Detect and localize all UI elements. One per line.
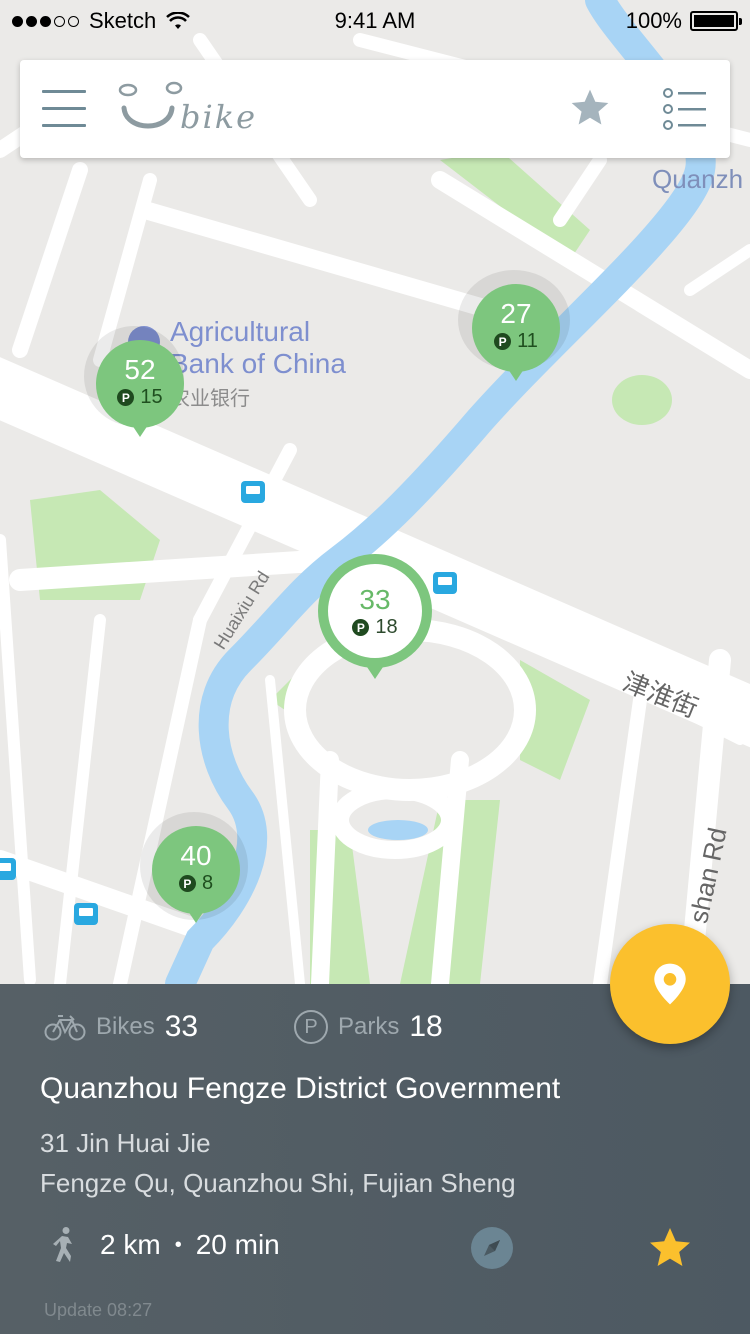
address-line-1: 31 Jin Huai Jie	[40, 1128, 211, 1158]
bikes-stat: Bikes 33	[44, 1010, 198, 1044]
parking-icon: P	[494, 333, 512, 350]
list-icon	[663, 88, 706, 130]
parks-count: 18	[409, 1010, 443, 1043]
bikes-count: 33	[164, 1010, 199, 1043]
top-app-bar: bike	[20, 60, 730, 158]
station-bikes-count: 27	[500, 298, 532, 329]
star-filled-icon	[650, 1228, 690, 1266]
station-marker-33-selected[interactable]: 33 P 18	[318, 554, 432, 679]
station-parks-count: 15	[140, 386, 163, 408]
walk-duration: 20 min	[195, 1229, 280, 1260]
logo-text: bike	[180, 98, 258, 136]
parking-icon: P	[117, 389, 135, 406]
favorites-button[interactable]	[568, 86, 612, 130]
address-line-2: Fengze Qu, Quanzhou Shi, Fujian Sheng	[40, 1168, 516, 1198]
battery-percentage: 100%	[625, 8, 682, 33]
my-location-button[interactable]	[610, 924, 730, 1044]
logo-mark-icon	[118, 81, 183, 129]
hamburger-icon	[42, 90, 86, 93]
separator-dot: •	[174, 1233, 182, 1256]
parks-label: Parks	[338, 1013, 400, 1040]
station-marker-40[interactable]: 40 P8	[140, 812, 250, 924]
bikes-label: Bikes	[96, 1013, 155, 1040]
status-bar: Sketch 9:41 AM 100%	[0, 0, 750, 40]
parking-circle-icon: P	[294, 1010, 328, 1044]
star-icon	[571, 89, 609, 125]
location-pin-icon	[654, 963, 686, 1005]
map-label-poi-line1: Agricultural	[170, 316, 311, 347]
battery-icon	[690, 11, 742, 31]
station-detail-panel: Bikes 33 P Parks 18 Quanzhou Fengze Dist…	[0, 984, 750, 1334]
navigate-button[interactable]	[470, 1226, 514, 1270]
ubike-logo: bike	[118, 80, 268, 140]
compass-icon	[471, 1227, 513, 1269]
bicycle-icon	[44, 1015, 86, 1041]
travel-info: 2 km • 20 min	[48, 1226, 280, 1264]
parks-stat: P Parks 18	[294, 1010, 443, 1044]
parking-icon: P	[178, 875, 196, 892]
distance: 2 km	[100, 1229, 161, 1260]
favorite-station-button[interactable]	[646, 1224, 694, 1272]
station-parks-count: 11	[517, 330, 538, 352]
station-parks-count: 18	[375, 616, 398, 638]
station-parks-count: 8	[201, 872, 214, 894]
station-bikes-count: 52	[124, 354, 156, 385]
parking-icon: P	[352, 619, 370, 636]
station-marker-27[interactable]: 27 P 11	[458, 270, 572, 382]
station-list-button[interactable]	[662, 88, 708, 130]
map-label-poi-line2: Bank of China	[170, 348, 346, 379]
station-name: Quanzhou Fengze District Government	[40, 1072, 561, 1105]
station-bikes-count: 40	[180, 840, 212, 871]
station-bikes-count: 33	[359, 584, 391, 615]
map-label-district: Quanzh	[652, 164, 744, 194]
walking-icon	[53, 1227, 72, 1262]
station-marker-52[interactable]: 52 P 15	[84, 326, 184, 438]
update-time: Update 08:27	[44, 1300, 153, 1320]
menu-button[interactable]	[42, 90, 86, 128]
